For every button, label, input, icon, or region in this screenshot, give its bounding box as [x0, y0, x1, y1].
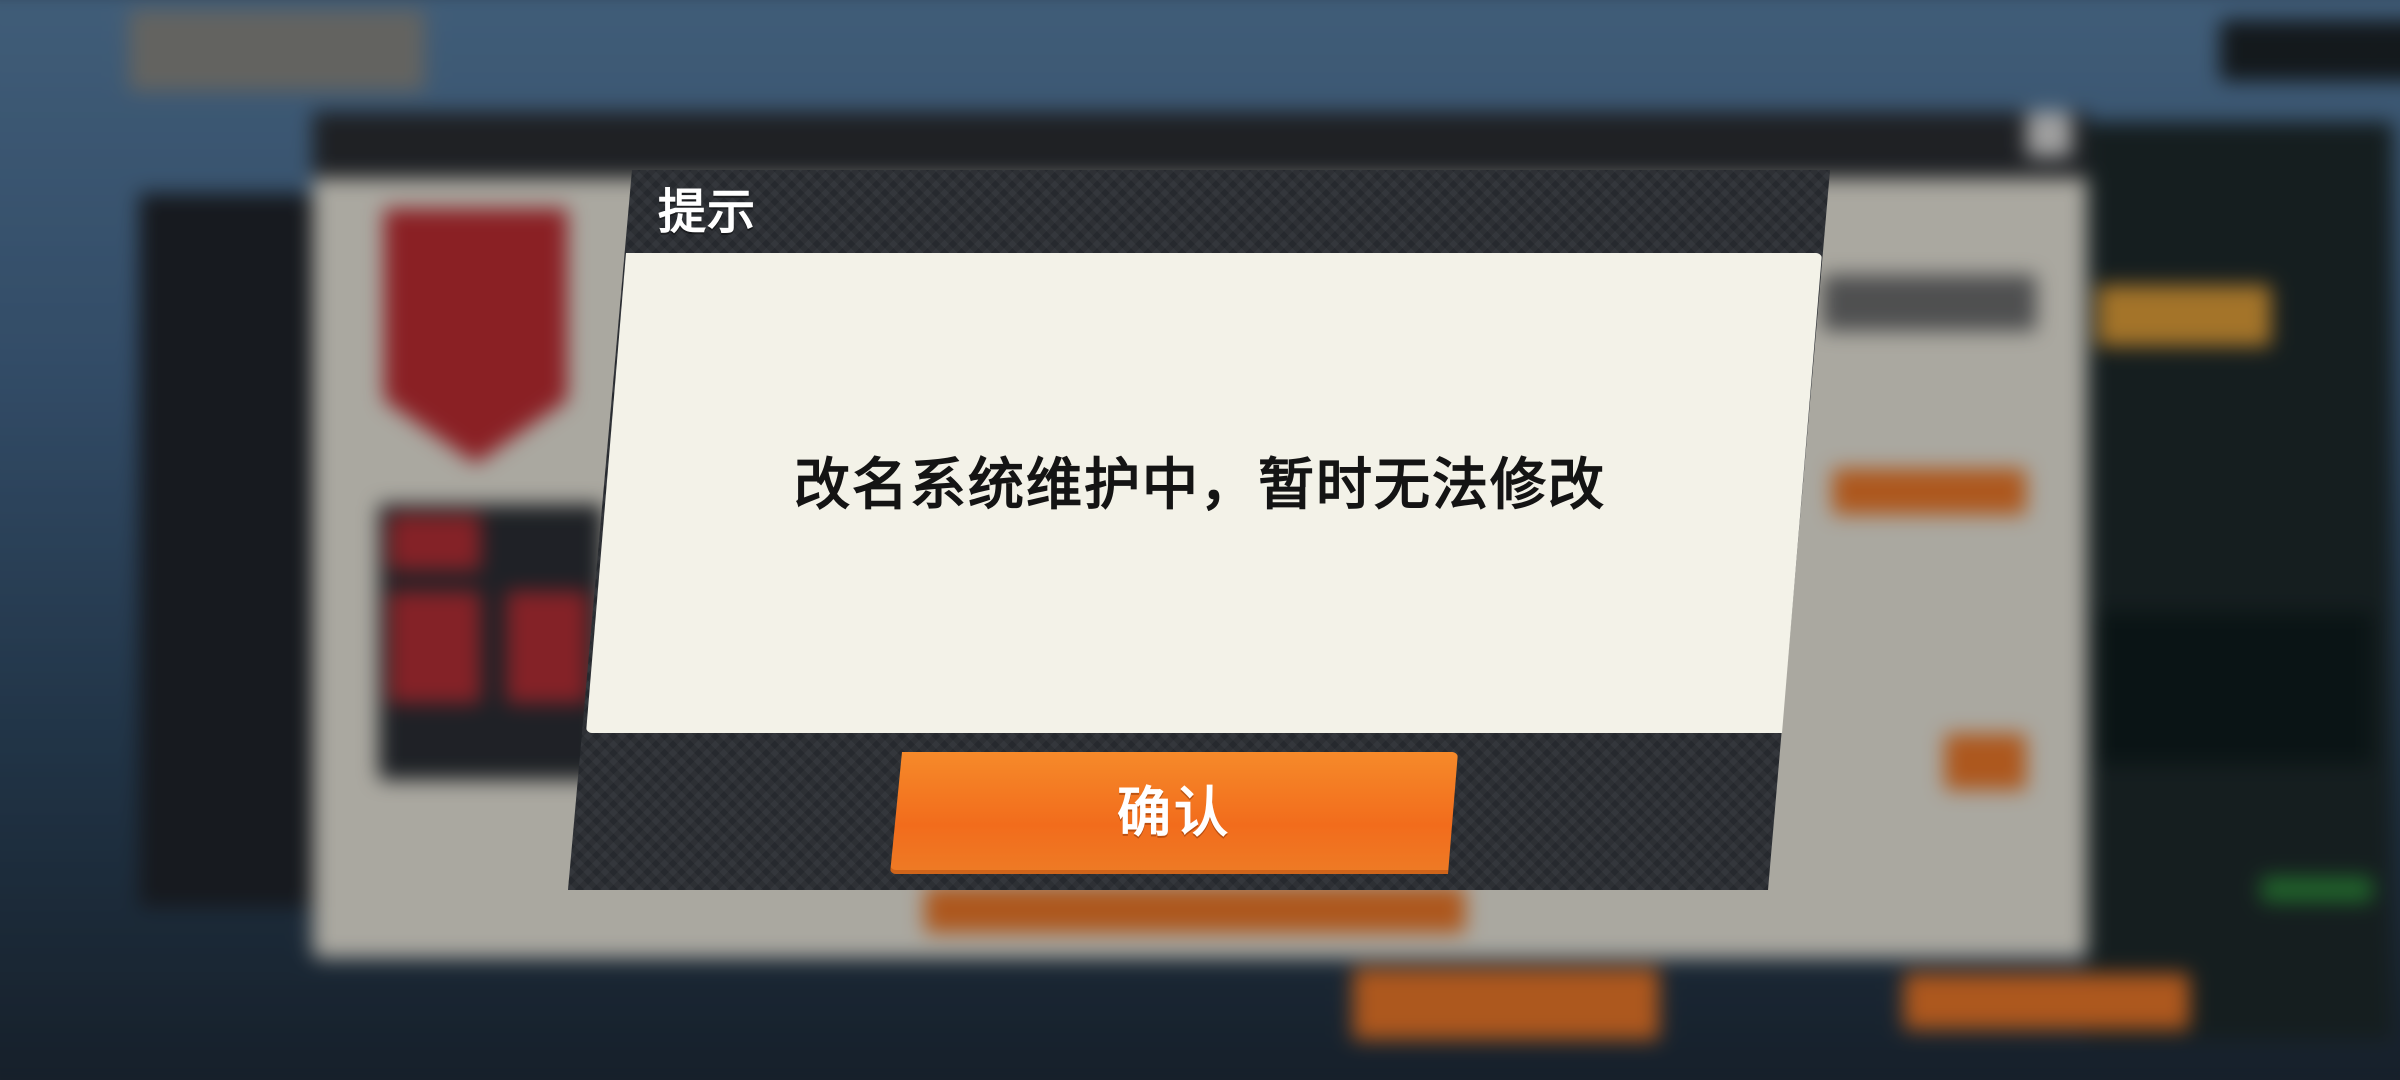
confirm-button-label: 确认: [1117, 781, 1231, 844]
dialog-message: 改名系统维护中，暂时无法修改: [794, 453, 1606, 518]
confirm-button[interactable]: 确认: [890, 752, 1458, 874]
alert-dialog: 提示 改名系统维护中，暂时无法修改 确认: [0, 0, 2400, 1080]
game-screen: 提示 改名系统维护中，暂时无法修改 确认: [0, 0, 2400, 1080]
dialog-title: 提示: [658, 184, 757, 240]
